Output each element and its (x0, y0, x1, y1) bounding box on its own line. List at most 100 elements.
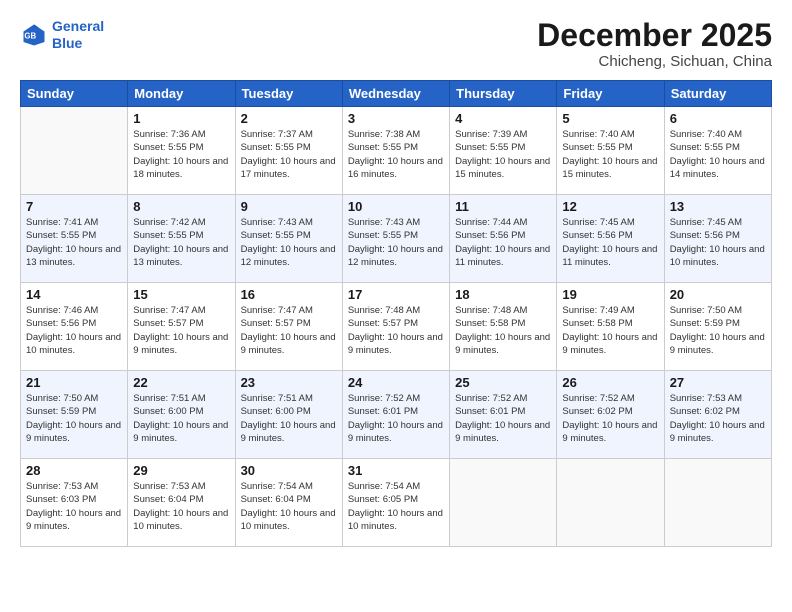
svg-text:GB: GB (24, 31, 36, 40)
table-row: 13 Sunrise: 7:45 AM Sunset: 5:56 PM Dayli… (664, 195, 771, 283)
calendar-table: Sunday Monday Tuesday Wednesday Thursday… (20, 80, 772, 547)
table-row: 15 Sunrise: 7:47 AM Sunset: 5:57 PM Dayli… (128, 283, 235, 371)
day-number: 1 (133, 111, 229, 126)
day-number: 11 (455, 199, 551, 214)
table-row: 1 Sunrise: 7:36 AM Sunset: 5:55 PM Daylig… (128, 107, 235, 195)
table-row: 14Sunrise: 7:46 AM Sunset: 5:56 PM Dayli… (21, 283, 128, 371)
day-number: 21 (26, 375, 122, 390)
day-info: Sunrise: 7:38 AM Sunset: 5:55 PM Dayligh… (348, 128, 444, 181)
table-row: 19 Sunrise: 7:49 AM Sunset: 5:58 PM Dayli… (557, 283, 664, 371)
table-row: 20 Sunrise: 7:50 AM Sunset: 5:59 PM Dayli… (664, 283, 771, 371)
day-number: 27 (670, 375, 766, 390)
day-info: Sunrise: 7:40 AM Sunset: 5:55 PM Dayligh… (670, 128, 766, 181)
table-row: 26 Sunrise: 7:52 AM Sunset: 6:02 PM Dayli… (557, 371, 664, 459)
day-info: Sunrise: 7:36 AM Sunset: 5:55 PM Dayligh… (133, 128, 229, 181)
table-row: 30 Sunrise: 7:54 AM Sunset: 6:04 PM Dayli… (235, 459, 342, 547)
day-number: 18 (455, 287, 551, 302)
logo-icon: GB (20, 21, 48, 49)
day-info: Sunrise: 7:51 AM Sunset: 6:00 PM Dayligh… (133, 392, 229, 445)
day-number: 30 (241, 463, 337, 478)
day-info: Sunrise: 7:41 AM Sunset: 5:55 PM Dayligh… (26, 216, 122, 269)
day-number: 6 (670, 111, 766, 126)
page: GB General Blue December 2025 Chicheng, … (0, 0, 792, 612)
table-row: 29Sunrise: 7:53 AM Sunset: 6:04 PM Dayli… (128, 459, 235, 547)
day-info: Sunrise: 7:54 AM Sunset: 6:04 PM Dayligh… (241, 480, 337, 533)
day-number: 4 (455, 111, 551, 126)
day-number: 22 (133, 375, 229, 390)
day-info: Sunrise: 7:48 AM Sunset: 5:58 PM Dayligh… (455, 304, 551, 357)
day-info: Sunrise: 7:52 AM Sunset: 6:01 PM Dayligh… (455, 392, 551, 445)
table-row: 11 Sunrise: 7:44 AM Sunset: 5:56 PM Dayli… (450, 195, 557, 283)
col-thursday: Thursday (450, 81, 557, 107)
col-tuesday: Tuesday (235, 81, 342, 107)
table-row (450, 459, 557, 547)
day-info: Sunrise: 7:53 AM Sunset: 6:02 PM Dayligh… (670, 392, 766, 445)
day-info: Sunrise: 7:42 AM Sunset: 5:55 PM Dayligh… (133, 216, 229, 269)
day-info: Sunrise: 7:52 AM Sunset: 6:01 PM Dayligh… (348, 392, 444, 445)
table-row: 5 Sunrise: 7:40 AM Sunset: 5:55 PM Daylig… (557, 107, 664, 195)
day-info: Sunrise: 7:39 AM Sunset: 5:55 PM Dayligh… (455, 128, 551, 181)
day-info: Sunrise: 7:47 AM Sunset: 5:57 PM Dayligh… (133, 304, 229, 357)
table-row: 24 Sunrise: 7:52 AM Sunset: 6:01 PM Dayli… (342, 371, 449, 459)
table-row: 17Sunrise: 7:48 AM Sunset: 5:57 PM Dayli… (342, 283, 449, 371)
col-wednesday: Wednesday (342, 81, 449, 107)
calendar-week-row: 21 Sunrise: 7:50 AM Sunset: 5:59 PM Dayli… (21, 371, 772, 459)
table-row: 22 Sunrise: 7:51 AM Sunset: 6:00 PM Dayli… (128, 371, 235, 459)
day-number: 14 (26, 287, 122, 302)
table-row: 31Sunrise: 7:54 AM Sunset: 6:05 PM Dayli… (342, 459, 449, 547)
day-number: 20 (670, 287, 766, 302)
table-row (557, 459, 664, 547)
day-info: Sunrise: 7:47 AM Sunset: 5:57 PM Dayligh… (241, 304, 337, 357)
day-number: 3 (348, 111, 444, 126)
day-info: Sunrise: 7:48 AM Sunset: 5:57 PM Dayligh… (348, 304, 444, 357)
day-number: 15 (133, 287, 229, 302)
table-row: 2Sunrise: 7:37 AM Sunset: 5:55 PM Daylig… (235, 107, 342, 195)
day-info: Sunrise: 7:43 AM Sunset: 5:55 PM Dayligh… (348, 216, 444, 269)
day-number: 25 (455, 375, 551, 390)
calendar-week-row: 14Sunrise: 7:46 AM Sunset: 5:56 PM Dayli… (21, 283, 772, 371)
calendar-week-row: 1 Sunrise: 7:36 AM Sunset: 5:55 PM Daylig… (21, 107, 772, 195)
table-row: 7Sunrise: 7:41 AM Sunset: 5:55 PM Daylig… (21, 195, 128, 283)
day-info: Sunrise: 7:52 AM Sunset: 6:02 PM Dayligh… (562, 392, 658, 445)
day-number: 5 (562, 111, 658, 126)
day-number: 12 (562, 199, 658, 214)
day-info: Sunrise: 7:43 AM Sunset: 5:55 PM Dayligh… (241, 216, 337, 269)
table-row: 3 Sunrise: 7:38 AM Sunset: 5:55 PM Daylig… (342, 107, 449, 195)
day-number: 28 (26, 463, 122, 478)
day-number: 23 (241, 375, 337, 390)
table-row: 12 Sunrise: 7:45 AM Sunset: 5:56 PM Dayli… (557, 195, 664, 283)
day-info: Sunrise: 7:40 AM Sunset: 5:55 PM Dayligh… (562, 128, 658, 181)
table-row: 4 Sunrise: 7:39 AM Sunset: 5:55 PM Daylig… (450, 107, 557, 195)
table-row: 27 Sunrise: 7:53 AM Sunset: 6:02 PM Dayli… (664, 371, 771, 459)
calendar-week-row: 7Sunrise: 7:41 AM Sunset: 5:55 PM Daylig… (21, 195, 772, 283)
header: GB General Blue December 2025 Chicheng, … (20, 18, 772, 70)
day-number: 19 (562, 287, 658, 302)
day-number: 26 (562, 375, 658, 390)
title-block: December 2025 Chicheng, Sichuan, China (537, 18, 772, 70)
table-row: 9Sunrise: 7:43 AM Sunset: 5:55 PM Daylig… (235, 195, 342, 283)
table-row: 28 Sunrise: 7:53 AM Sunset: 6:03 PM Dayli… (21, 459, 128, 547)
day-number: 8 (133, 199, 229, 214)
logo-line2: Blue (52, 35, 82, 51)
table-row: 18 Sunrise: 7:48 AM Sunset: 5:58 PM Dayli… (450, 283, 557, 371)
table-row: 8 Sunrise: 7:42 AM Sunset: 5:55 PM Daylig… (128, 195, 235, 283)
day-info: Sunrise: 7:50 AM Sunset: 5:59 PM Dayligh… (26, 392, 122, 445)
day-info: Sunrise: 7:49 AM Sunset: 5:58 PM Dayligh… (562, 304, 658, 357)
calendar-header-row: Sunday Monday Tuesday Wednesday Thursday… (21, 81, 772, 107)
col-sunday: Sunday (21, 81, 128, 107)
col-monday: Monday (128, 81, 235, 107)
day-number: 2 (241, 111, 337, 126)
day-info: Sunrise: 7:45 AM Sunset: 5:56 PM Dayligh… (562, 216, 658, 269)
day-number: 24 (348, 375, 444, 390)
col-friday: Friday (557, 81, 664, 107)
logo-line1: General (52, 18, 104, 34)
day-info: Sunrise: 7:45 AM Sunset: 5:56 PM Dayligh… (670, 216, 766, 269)
table-row: 16 Sunrise: 7:47 AM Sunset: 5:57 PM Dayli… (235, 283, 342, 371)
day-info: Sunrise: 7:50 AM Sunset: 5:59 PM Dayligh… (670, 304, 766, 357)
table-row (664, 459, 771, 547)
day-info: Sunrise: 7:53 AM Sunset: 6:03 PM Dayligh… (26, 480, 122, 533)
day-number: 13 (670, 199, 766, 214)
day-number: 16 (241, 287, 337, 302)
day-info: Sunrise: 7:44 AM Sunset: 5:56 PM Dayligh… (455, 216, 551, 269)
day-info: Sunrise: 7:51 AM Sunset: 6:00 PM Dayligh… (241, 392, 337, 445)
